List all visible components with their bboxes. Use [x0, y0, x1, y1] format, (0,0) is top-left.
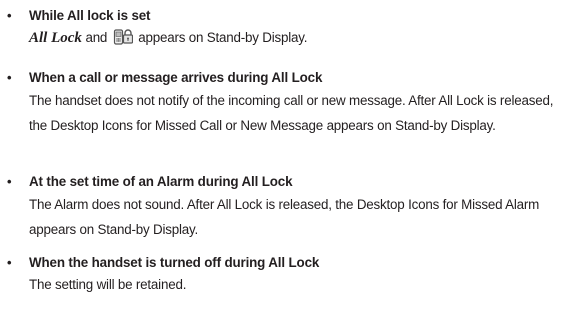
item-text: The Alarm does not sound. After All Lock…	[29, 197, 540, 237]
item-heading: At the set time of an Alarm during All L…	[29, 174, 293, 189]
item-text: All Lock and appears on Stand-by Display…	[29, 28, 569, 48]
bullet: •	[7, 70, 12, 85]
phone-lock-icon	[113, 28, 133, 46]
document-page: • While All lock is set All Lock and app…	[0, 0, 574, 312]
item-heading: When a call or message arrives during Al…	[29, 70, 323, 85]
bullet: •	[7, 174, 12, 189]
bullet: •	[7, 8, 12, 23]
list-item-all-lock-set: • While All lock is set All Lock and app…	[0, 6, 574, 48]
text-and: and	[81, 30, 111, 45]
all-lock-label: All Lock	[29, 30, 82, 46]
item-text: The setting will be retained.	[29, 277, 187, 292]
list-item-turned-off: • When the handset is turned off during …	[0, 253, 574, 295]
list-item-call-message: • When a call or message arrives during …	[0, 68, 574, 138]
item-heading: While All lock is set	[29, 8, 151, 23]
text-rest: appears on Stand-by Display.	[134, 30, 308, 45]
item-heading: When the handset is turned off during Al…	[29, 255, 320, 270]
bullet: •	[7, 255, 12, 270]
item-text: The handset does not notify of the incom…	[29, 93, 554, 133]
list-item-alarm: • At the set time of an Alarm during All…	[0, 172, 574, 242]
